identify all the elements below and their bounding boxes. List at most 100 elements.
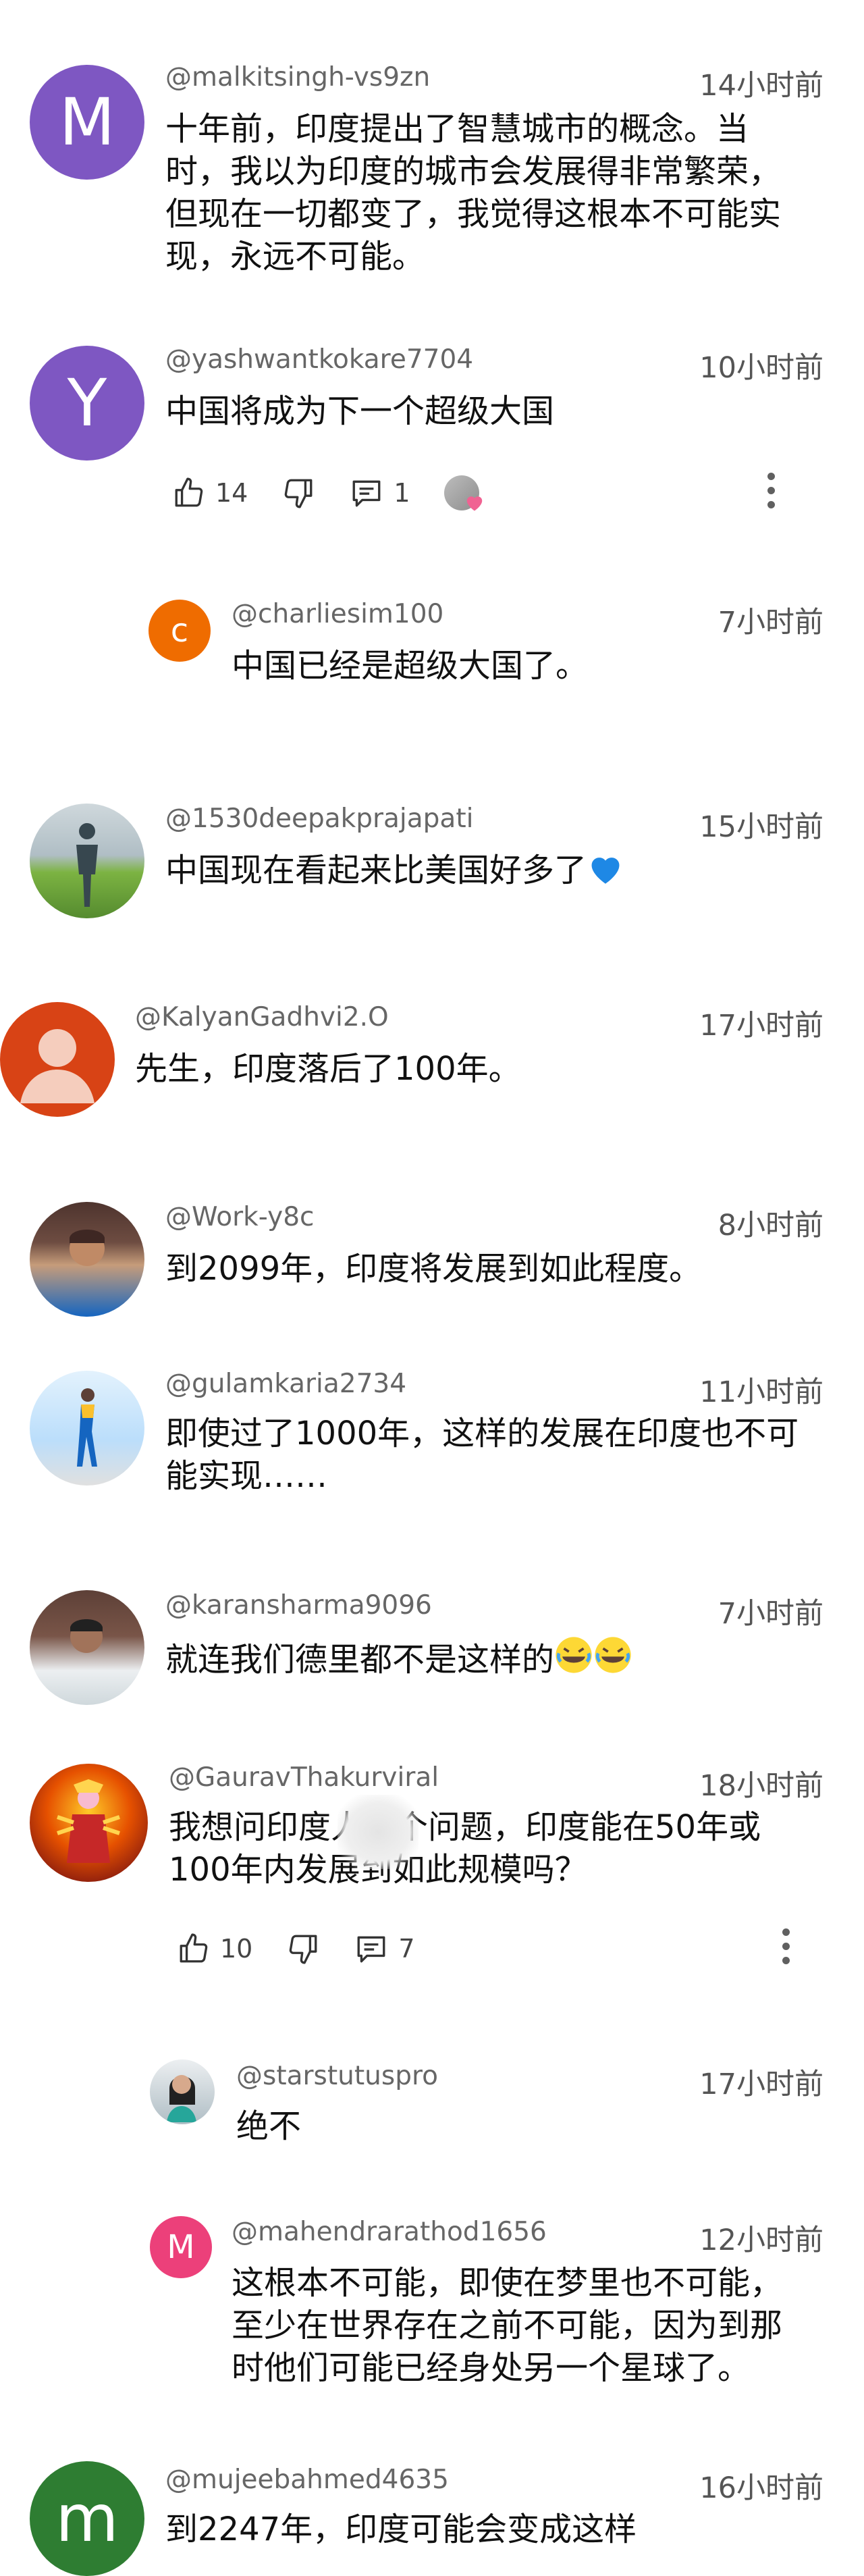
comment-author[interactable]: @mujeebahmed4635 — [165, 2465, 449, 2495]
comment-author[interactable]: @mahendrarathod1656 — [232, 2217, 547, 2247]
comment-line: 中国现在看起来比美国好多了 — [165, 851, 587, 889]
blur-mask — [338, 1795, 418, 1869]
comment-line: 能实现…… — [165, 1457, 328, 1495]
comment-time: 10小时前 — [699, 351, 824, 385]
comment-author[interactable]: @1530deepakprajapati — [165, 804, 473, 834]
reply-button[interactable]: 1 — [349, 476, 410, 510]
comment-time: 12小时前 — [699, 2224, 824, 2257]
comment-time: 17小时前 — [699, 1009, 824, 1043]
person-photo-icon — [70, 1619, 103, 1653]
dislike-button[interactable] — [281, 476, 315, 510]
comment-text: 我想问印度人一个问题，印度能在50年或 100年内发展到如此规模吗？ — [169, 1806, 824, 1891]
laughing-emoji — [595, 1637, 631, 1673]
like-button[interactable]: 10 — [177, 1932, 252, 1966]
comment-author[interactable]: @GauravThakurviral — [169, 1762, 439, 1793]
comment-line: 我想问印度人一个问题，印度能在50年或 — [169, 1808, 761, 1846]
avatar-letter: c — [170, 612, 189, 650]
avatar[interactable] — [30, 1590, 144, 1705]
comment-time: 16小时前 — [699, 2471, 824, 2505]
comment-line: 先生，印度落后了100年。 — [135, 1050, 521, 1088]
avatar[interactable]: M — [30, 65, 144, 180]
avatar-letter: m — [55, 2481, 119, 2556]
like-button[interactable]: 14 — [172, 476, 248, 510]
comment-author[interactable]: @charliesim100 — [232, 599, 443, 629]
comment-actions: 14 1 — [172, 466, 513, 520]
comment-line: 中国将成为下一个超级大国 — [165, 392, 555, 430]
comment-author[interactable]: @malkitsingh-vs9zn — [165, 62, 430, 93]
comment-line: 100年内发展到如此规模吗？ — [169, 1851, 587, 1889]
comment-time: 7小时前 — [718, 606, 824, 639]
comment-author[interactable]: @KalyanGadhvi2.O — [135, 1002, 389, 1032]
avatar[interactable] — [30, 1764, 148, 1882]
avatar[interactable]: c — [148, 600, 211, 662]
more-options-icon[interactable] — [779, 1928, 792, 1964]
reply-button[interactable]: 7 — [354, 1932, 415, 1966]
deity-image-icon — [56, 1779, 120, 1863]
comment-line: 时，我以为印度的城市会发展得非常繁荣， — [165, 153, 782, 190]
avatar[interactable] — [30, 804, 144, 918]
reply-count: 7 — [398, 1934, 415, 1964]
comment-line: 现，永远不可能。 — [165, 238, 425, 275]
avatar[interactable] — [30, 1202, 144, 1317]
more-options-icon[interactable] — [764, 473, 778, 508]
avatar-letter: M — [167, 2228, 195, 2266]
person-photo-icon — [167, 2075, 196, 2122]
comment-line: 到2099年，印度将发展到如此程度。 — [165, 1250, 702, 1288]
comment-icon — [352, 480, 381, 507]
comment-line: 时他们可能已经身处另一个星球了。 — [232, 2349, 751, 2387]
comment-text: 中国将成为下一个超级大国 — [165, 390, 824, 433]
comment-line: 中国已经是超级大国了。 — [232, 647, 589, 685]
comment-text: 绝不 — [236, 2105, 824, 2148]
comment-author[interactable]: @karansharma9096 — [165, 1590, 432, 1621]
comment-line: 但现在一切都变了，我觉得这根本不可能实 — [165, 195, 782, 233]
comment-line: 就连我们德里都不是这样的 — [165, 1641, 555, 1679]
comment-text: 就连我们德里都不是这样的 — [165, 1635, 824, 1681]
comment-text: 先生，印度落后了100年。 — [135, 1048, 824, 1090]
avatar[interactable]: M — [150, 2216, 212, 2278]
thumbs-up-icon — [175, 477, 203, 507]
avatar[interactable]: Y — [30, 346, 144, 461]
thumbs-down-icon — [290, 1935, 317, 1964]
comment-text: 这根本不可能，即使在梦里也不可能， 至少在世界存在之前不可能，因为到那 时他们可… — [232, 2262, 824, 2390]
comment-icon — [357, 1936, 385, 1963]
creator-heart — [443, 475, 482, 511]
comment-text: 到2247年，印度可能会变成这样 — [165, 2508, 824, 2551]
comment-author[interactable]: @starstutuspro — [236, 2061, 438, 2091]
comment-actions: 10 7 — [177, 1922, 449, 1976]
thumbs-up-icon — [180, 1933, 208, 1963]
comment-line: 即使过了1000年，这样的发展在印度也不可 — [165, 1415, 799, 1452]
comment-line: 到2247年，印度可能会变成这样 — [165, 2511, 637, 2548]
comment-time: 14小时前 — [699, 69, 824, 103]
comment-author[interactable]: @Work-y8c — [165, 1202, 314, 1232]
comment-text: 中国已经是超级大国了。 — [232, 645, 824, 687]
comment-author[interactable]: @gulamkaria2734 — [165, 1369, 406, 1399]
avatar[interactable] — [30, 1371, 144, 1486]
default-user-icon — [20, 1029, 94, 1103]
heart-icon — [466, 496, 482, 511]
avatar-letter: Y — [67, 365, 107, 441]
avatar[interactable] — [0, 1002, 115, 1117]
comment-line: 这根本不可能，即使在梦里也不可能， — [232, 2264, 783, 2302]
comment-author[interactable]: @yashwantkokare7704 — [165, 344, 473, 375]
laughing-emoji — [556, 1637, 592, 1673]
comment-time: 17小时前 — [699, 2068, 824, 2101]
comment-line: 十年前，印度提出了智慧城市的概念。当 — [165, 110, 749, 148]
comment-text: 中国现在看起来比美国好多了 — [165, 849, 824, 892]
comment-time: 15小时前 — [699, 810, 824, 844]
comment-time: 11小时前 — [699, 1375, 824, 1409]
comment-text: 十年前，印度提出了智慧城市的概念。当 时，我以为印度的城市会发展得非常繁荣， 但… — [165, 108, 824, 278]
like-count: 14 — [215, 478, 248, 508]
avatar[interactable]: m — [30, 2461, 144, 2576]
avatar[interactable] — [150, 2059, 215, 2124]
comment-line: 绝不 — [236, 2107, 302, 2145]
comment-line: 至少在世界存在之前不可能，因为到那 — [232, 2307, 783, 2344]
thumbs-down-icon — [285, 479, 313, 508]
comment-time: 7小时前 — [718, 1597, 824, 1631]
comment-text: 即使过了1000年，这样的发展在印度也不可 能实现…… — [165, 1413, 824, 1498]
comment-time: 18小时前 — [699, 1769, 824, 1803]
person-photo-icon — [70, 1230, 105, 1266]
person-silhouette-icon — [76, 823, 98, 907]
avatar-letter: M — [59, 84, 115, 160]
comment-text: 到2099年，印度将发展到如此程度。 — [165, 1248, 824, 1290]
dislike-button[interactable] — [286, 1932, 320, 1966]
